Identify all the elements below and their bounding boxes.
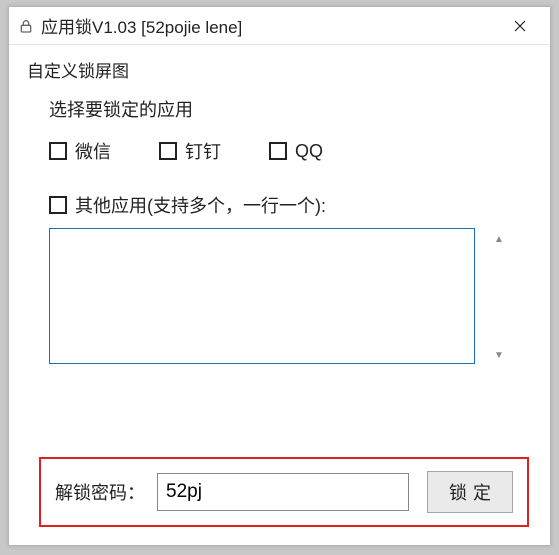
main-window: 应用锁V1.03 [52pojie lene] 自定义锁屏图 选择要锁定的应用 … [8,6,551,546]
app-checkbox-row: 微信 钉钉 QQ [49,138,532,164]
checkbox-label: 微信 [75,138,111,164]
window-title: 应用锁V1.03 [52pojie lene] [41,13,500,38]
other-apps-label: 其他应用(支持多个，一行一个): [75,192,326,218]
unlock-password-area: 解锁密码： 锁定 [39,457,529,527]
checkbox-box-icon [49,196,67,214]
scroll-up-icon: ▲ [490,230,508,248]
password-label: 解锁密码： [55,479,145,505]
custom-lock-section-label: 自定义锁屏图 [27,57,532,82]
scroll-down-icon: ▼ [490,346,508,364]
checkbox-box-icon [159,142,177,160]
checkbox-box-icon [269,142,287,160]
checkbox-other-apps[interactable]: 其他应用(支持多个，一行一个): [49,192,532,218]
checkbox-label: 钉钉 [185,138,221,164]
titlebar: 应用锁V1.03 [52pojie lene] [9,7,550,45]
lock-app-icon [17,17,35,35]
checkbox-dingding[interactable]: 钉钉 [159,138,221,164]
select-apps-label: 选择要锁定的应用 [49,96,532,122]
password-input[interactable] [157,473,409,511]
checkbox-label: QQ [295,141,323,162]
checkbox-box-icon [49,142,67,160]
client-area: 自定义锁屏图 选择要锁定的应用 微信 钉钉 QQ 其他应用(支持多个，一行一个)… [9,45,550,387]
other-apps-textarea-wrap: ▲ ▼ [49,228,510,369]
other-apps-textarea[interactable] [49,228,475,364]
checkbox-qq[interactable]: QQ [269,138,323,164]
close-button[interactable] [500,12,540,40]
checkbox-wechat[interactable]: 微信 [49,138,111,164]
lock-button[interactable]: 锁定 [427,471,513,513]
